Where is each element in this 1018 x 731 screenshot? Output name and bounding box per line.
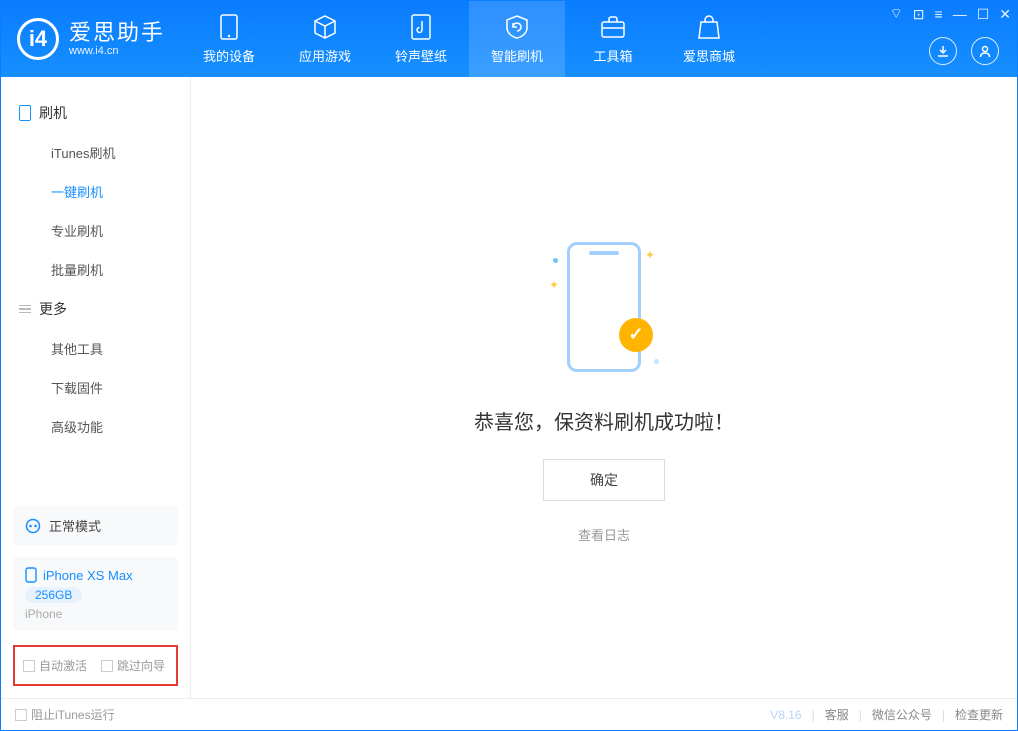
sparkle-icon: ✦ <box>645 248 655 262</box>
logo-text: 爱思助手 www.i4.cn <box>69 21 165 57</box>
success-illustration: ✦ ✦ ✓ <box>549 232 659 382</box>
device-box[interactable]: iPhone XS Max 256GB iPhone <box>13 557 178 631</box>
device-type: iPhone <box>25 607 62 621</box>
separator: | <box>812 708 815 722</box>
tab-ringtones[interactable]: 铃声壁纸 <box>373 1 469 77</box>
separator: | <box>942 708 945 722</box>
sync-icon <box>25 518 41 534</box>
success-message: 恭喜您，保资料刷机成功啦！ <box>474 406 734 435</box>
app-body: 刷机 iTunes刷机 一键刷机 专业刷机 批量刷机 更多 其他工具 下载固件 … <box>1 77 1017 698</box>
user-button[interactable] <box>971 37 999 65</box>
main-content: ✦ ✦ ✓ 恭喜您，保资料刷机成功啦！ 确定 查看日志 <box>191 77 1017 698</box>
app-subtitle: www.i4.cn <box>69 45 165 57</box>
section-label: 更多 <box>39 299 67 319</box>
sidebar-item-pro-flash[interactable]: 专业刷机 <box>1 211 190 250</box>
status-bar: 阻止iTunes运行 V8.16 | 客服 | 微信公众号 | 检查更新 <box>1 698 1017 730</box>
dot-icon <box>654 359 659 364</box>
tab-label: 铃声壁纸 <box>395 46 447 65</box>
bag-icon <box>696 14 722 40</box>
header-actions <box>929 37 999 65</box>
device-outline-icon <box>19 105 31 121</box>
check-update-link[interactable]: 检查更新 <box>955 706 1003 723</box>
window-controls: ⌔ ⊡ ≡ — ☐ ✕ <box>890 5 1011 23</box>
phone-small-icon <box>25 567 37 583</box>
dot-icon <box>553 258 558 263</box>
tab-my-device[interactable]: 我的设备 <box>181 1 277 77</box>
tab-store[interactable]: 爱思商城 <box>661 1 757 77</box>
device-capacity: 256GB <box>25 587 82 603</box>
tab-toolbox[interactable]: 工具箱 <box>565 1 661 77</box>
device-name-row: iPhone XS Max <box>25 567 133 583</box>
toolbox-icon <box>600 14 626 40</box>
check-badge-icon: ✓ <box>619 318 653 352</box>
phone-icon <box>216 14 242 40</box>
tab-label: 爱思商城 <box>683 46 735 65</box>
download-button[interactable] <box>929 37 957 65</box>
lock-icon[interactable]: ⊡ <box>913 6 925 23</box>
close-button[interactable]: ✕ <box>999 6 1011 23</box>
view-log-link[interactable]: 查看日志 <box>578 525 630 544</box>
refresh-shield-icon <box>504 14 530 40</box>
tab-label: 我的设备 <box>203 46 255 65</box>
logo-icon: i4 <box>17 18 59 60</box>
version-label: V8.16 <box>770 708 801 722</box>
shirt-icon[interactable]: ⌔ <box>890 5 903 23</box>
checkbox-label: 自动激活 <box>39 657 87 674</box>
cube-icon <box>312 14 338 40</box>
tab-label: 工具箱 <box>594 46 633 65</box>
sidebar-item-onekey-flash[interactable]: 一键刷机 <box>1 172 190 211</box>
checkbox-block-itunes[interactable]: 阻止iTunes运行 <box>15 706 115 723</box>
checkbox-auto-activate[interactable]: 自动激活 <box>23 657 87 674</box>
separator: | <box>859 708 862 722</box>
sidebar-item-download-firmware[interactable]: 下载固件 <box>1 368 190 407</box>
sidebar-item-itunes-flash[interactable]: iTunes刷机 <box>1 133 190 172</box>
tab-apps[interactable]: 应用游戏 <box>277 1 373 77</box>
phone-outline-icon <box>567 242 641 372</box>
flash-options-box: 自动激活 跳过向导 <box>13 645 178 686</box>
checkbox-icon <box>23 660 35 672</box>
checkbox-label: 跳过向导 <box>117 657 165 674</box>
sidebar-item-advanced[interactable]: 高级功能 <box>1 407 190 446</box>
sparkle-icon: ✦ <box>549 278 559 292</box>
support-link[interactable]: 客服 <box>825 706 849 723</box>
checkbox-skip-guide[interactable]: 跳过向导 <box>101 657 165 674</box>
menu-icon[interactable]: ≡ <box>935 6 943 22</box>
sidebar-section-flash: 刷机 <box>1 93 190 133</box>
music-file-icon <box>408 14 434 40</box>
list-icon <box>19 305 31 314</box>
main-tabs: 我的设备 应用游戏 铃声壁纸 智能刷机 工具箱 爱思商城 <box>181 1 757 77</box>
mode-label: 正常模式 <box>49 516 101 535</box>
app-title: 爱思助手 <box>69 21 165 45</box>
logo-area: i4 爱思助手 www.i4.cn <box>1 1 181 77</box>
checkbox-icon <box>15 709 27 721</box>
tab-label: 智能刷机 <box>491 46 543 65</box>
ok-button[interactable]: 确定 <box>543 459 665 501</box>
mode-box[interactable]: 正常模式 <box>13 506 178 545</box>
sidebar: 刷机 iTunes刷机 一键刷机 专业刷机 批量刷机 更多 其他工具 下载固件 … <box>1 77 191 698</box>
minimize-button[interactable]: — <box>953 6 967 22</box>
tab-smart-flash[interactable]: 智能刷机 <box>469 1 565 77</box>
device-name: iPhone XS Max <box>43 568 133 583</box>
checkbox-label: 阻止iTunes运行 <box>31 706 115 723</box>
section-label: 刷机 <box>39 103 67 123</box>
app-header: i4 爱思助手 www.i4.cn 我的设备 应用游戏 铃声壁纸 智能刷机 工具… <box>1 1 1017 77</box>
tab-label: 应用游戏 <box>299 46 351 65</box>
sidebar-item-other-tools[interactable]: 其他工具 <box>1 329 190 368</box>
checkbox-icon <box>101 660 113 672</box>
sidebar-item-batch-flash[interactable]: 批量刷机 <box>1 250 190 289</box>
wechat-link[interactable]: 微信公众号 <box>872 706 932 723</box>
maximize-button[interactable]: ☐ <box>977 6 990 23</box>
sidebar-section-more: 更多 <box>1 289 190 329</box>
